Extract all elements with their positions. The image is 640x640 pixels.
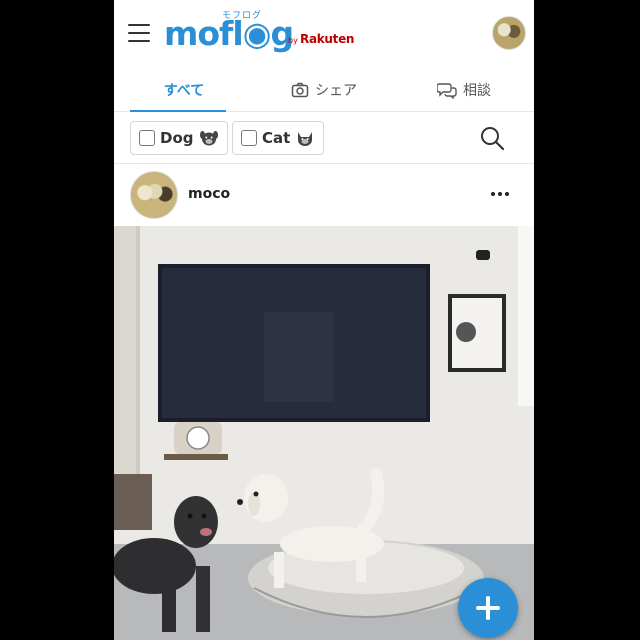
dog-filter-chip[interactable]: Dog <box>130 121 228 155</box>
post-photo-illustration <box>114 226 534 640</box>
more-options-icon[interactable] <box>486 184 514 204</box>
dog-face-icon <box>199 131 218 146</box>
app-screen: モフログ mofl◉g by Rakuten すべて シェア 相談 Dog Ca… <box>114 0 534 640</box>
dog-filter-label: Dog <box>160 129 194 147</box>
camera-icon <box>291 82 309 97</box>
app-header: モフログ mofl◉g by Rakuten <box>114 0 534 68</box>
cat-filter-checkbox[interactable] <box>241 130 257 146</box>
cat-filter-label: Cat <box>262 129 291 147</box>
tab-all[interactable]: すべて <box>114 68 254 112</box>
tab-consult[interactable]: 相談 <box>394 68 534 111</box>
search-icon[interactable] <box>478 124 506 152</box>
user-avatar[interactable] <box>492 16 526 50</box>
logo-by-text: by <box>288 36 298 45</box>
tab-consult-label: 相談 <box>463 82 491 99</box>
mofulog-logo[interactable]: モフログ mofl◉g by Rakuten <box>164 8 354 54</box>
post-header: moco <box>114 164 534 226</box>
cat-filter-chip[interactable]: Cat <box>232 121 325 155</box>
dog-filter-checkbox[interactable] <box>139 130 155 146</box>
hamburger-menu-icon[interactable] <box>128 24 150 42</box>
post-photo[interactable] <box>114 226 534 640</box>
cat-face-icon <box>298 132 313 146</box>
tab-bar: すべて シェア 相談 <box>114 68 534 112</box>
tab-all-label: すべて <box>163 82 205 99</box>
pet-filter-bar: Dog Cat <box>114 112 534 164</box>
post-author-avatar[interactable] <box>130 171 178 219</box>
logo-wordmark: mofl◉g <box>164 14 294 53</box>
tab-share-label: シェア <box>315 82 357 99</box>
add-post-button[interactable] <box>458 578 518 638</box>
tab-share[interactable]: シェア <box>254 68 394 111</box>
rakuten-brand-text: Rakuten <box>300 32 355 46</box>
chat-bubbles-icon <box>437 82 457 99</box>
post-author-name[interactable]: moco <box>188 186 230 202</box>
